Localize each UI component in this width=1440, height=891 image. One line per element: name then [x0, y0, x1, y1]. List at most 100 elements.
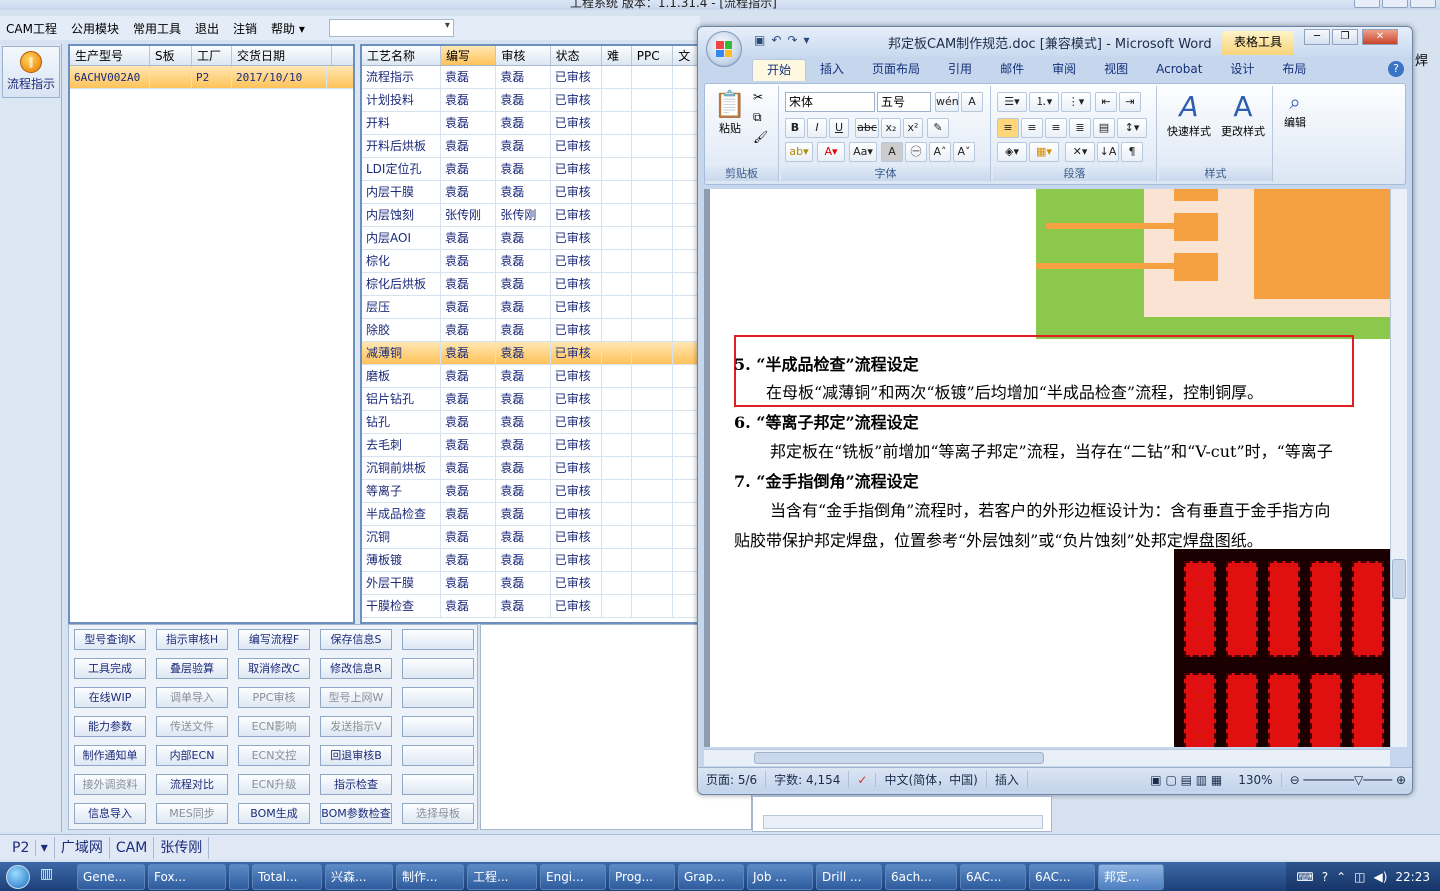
table-row[interactable]: LDI定位孔 袁磊 袁磊 已审核: [362, 158, 698, 181]
action-button[interactable]: ECN文控: [238, 745, 310, 766]
ribbon-tab[interactable]: Acrobat: [1142, 59, 1216, 81]
col-doc[interactable]: 文: [673, 46, 698, 65]
ribbon-tab[interactable]: 视图: [1090, 59, 1142, 81]
action-button[interactable]: PPC审核: [238, 687, 310, 708]
table-row[interactable]: 流程指示 袁磊 袁磊 已审核: [362, 66, 698, 89]
col-date[interactable]: 交货日期: [232, 46, 332, 65]
action-button[interactable]: 流程对比: [156, 774, 228, 795]
col-ppc[interactable]: PPC: [632, 46, 674, 65]
table-row[interactable]: 6ACHV002A0 P2 2017/10/10: [70, 66, 353, 89]
action-button[interactable]: 指示检查: [320, 774, 392, 795]
action-button[interactable]: 编写流程F: [238, 629, 310, 650]
taskbar-item[interactable]: Fox...: [148, 863, 226, 890]
highlight-icon[interactable]: ab▾: [785, 142, 813, 162]
action-button[interactable]: ECN升级: [238, 774, 310, 795]
sort-icon[interactable]: ↓A: [1097, 142, 1119, 162]
underline-button[interactable]: U: [829, 118, 849, 138]
network-icon[interactable]: ◫: [1354, 870, 1365, 884]
clock[interactable]: 22:23: [1395, 870, 1430, 884]
bold-button[interactable]: B: [785, 118, 805, 138]
action-button[interactable]: 型号上网W: [320, 687, 392, 708]
subscript-button[interactable]: x₂: [881, 118, 901, 138]
tray-expand-icon[interactable]: ⌃: [1336, 870, 1346, 884]
action-button[interactable]: 取消修改C: [238, 658, 310, 679]
table-row[interactable]: 减薄铜 袁磊 袁磊 已审核: [362, 342, 698, 365]
col-sboard[interactable]: S板: [150, 46, 192, 65]
table-row[interactable]: 计划投料 袁磊 袁磊 已审核: [362, 89, 698, 112]
vscroll-thumb[interactable]: [1392, 559, 1406, 599]
taskbar-item[interactable]: Drill ...: [816, 863, 882, 890]
table-row[interactable]: 开料 袁磊 袁磊 已审核: [362, 112, 698, 135]
taskbar-item[interactable]: Gene...: [77, 863, 145, 890]
action-button[interactable]: MES同步: [156, 803, 228, 824]
table-row[interactable]: 磨板 袁磊 袁磊 已审核: [362, 365, 698, 388]
table-row[interactable]: 去毛刺 袁磊 袁磊 已审核: [362, 434, 698, 457]
ribbon-tab[interactable]: 插入: [806, 59, 858, 81]
table-row[interactable]: 沉铜 袁磊 袁磊 已审核: [362, 526, 698, 549]
menu-cam[interactable]: CAM工程: [6, 20, 57, 37]
change-case-icon[interactable]: Aa▾: [849, 142, 877, 162]
paste-button[interactable]: 📋 粘贴: [713, 90, 747, 150]
action-button[interactable]: 修改信息R: [320, 658, 392, 679]
keyboard-icon[interactable]: ⌨: [1296, 870, 1313, 884]
status-mode[interactable]: 插入: [987, 771, 1028, 788]
action-button[interactable]: 保存信息S: [320, 629, 392, 650]
table-row[interactable]: 钻孔 袁磊 袁磊 已审核: [362, 411, 698, 434]
zoom-slider[interactable]: ⊖ ───────▽──── ⊕: [1282, 773, 1412, 787]
action-button[interactable]: 型号查询K: [74, 629, 146, 650]
action-button[interactable]: 内部ECN: [156, 745, 228, 766]
col-difficulty[interactable]: 难: [602, 46, 632, 65]
ribbon-tab[interactable]: 开始: [752, 59, 807, 81]
help-tray-icon[interactable]: ?: [1322, 870, 1328, 884]
word-restore-button[interactable]: ❐: [1332, 29, 1358, 45]
view-buttons[interactable]: ▣ ▢ ▤ ▥ ▦: [1142, 773, 1230, 787]
action-button[interactable]: ECN影响: [238, 716, 310, 737]
action-button[interactable]: 传送文件: [156, 716, 228, 737]
col-process-name[interactable]: 工艺名称: [362, 46, 441, 65]
action-button[interactable]: BOM参数检查: [320, 803, 392, 824]
taskbar-item[interactable]: 6AC...: [1029, 863, 1095, 890]
font-size-select[interactable]: 五号: [877, 92, 931, 112]
taskbar-item[interactable]: 6AC...: [960, 863, 1026, 890]
increase-indent-icon[interactable]: ⇥: [1119, 92, 1141, 112]
col-factory[interactable]: 工厂: [192, 46, 232, 65]
table-row[interactable]: 沉铜前烘板 袁磊 袁磊 已审核: [362, 457, 698, 480]
taskbar-item[interactable]: Engi...: [540, 863, 606, 890]
menu-help[interactable]: 帮助 ▾: [271, 20, 305, 37]
table-row[interactable]: 内层干膜 袁磊 袁磊 已审核: [362, 181, 698, 204]
borders-icon[interactable]: ▦▾: [1029, 142, 1059, 162]
ribbon-tab[interactable]: 布局: [1268, 59, 1320, 81]
change-styles-button[interactable]: A 更改样式: [1217, 90, 1269, 160]
taskbar-item[interactable]: 邦定...: [1098, 863, 1164, 890]
restore-button[interactable]: [1382, 0, 1408, 8]
taskbar-item[interactable]: Total...: [252, 863, 322, 890]
superscript-button[interactable]: x²: [903, 118, 923, 138]
col-writer[interactable]: 编写: [441, 46, 497, 65]
menu-public[interactable]: 公用模块: [71, 20, 119, 37]
table-row[interactable]: 铝片钻孔 袁磊 袁磊 已审核: [362, 388, 698, 411]
char-border-icon[interactable]: A: [961, 92, 983, 112]
italic-button[interactable]: I: [807, 118, 827, 138]
action-button[interactable]: [402, 658, 474, 679]
action-button[interactable]: [402, 716, 474, 737]
table-row[interactable]: 干膜检查 袁磊 袁磊 已审核: [362, 595, 698, 618]
minimize-button[interactable]: [1354, 0, 1380, 8]
table-row[interactable]: 棕化后烘板 袁磊 袁磊 已审核: [362, 273, 698, 296]
action-button[interactable]: [402, 745, 474, 766]
table-row[interactable]: 棕化 袁磊 袁磊 已审核: [362, 250, 698, 273]
table-row[interactable]: 半成品检查 袁磊 袁磊 已审核: [362, 503, 698, 526]
action-button[interactable]: 叠层验算: [156, 658, 228, 679]
table-row[interactable]: 等离子 袁磊 袁磊 已审核: [362, 480, 698, 503]
quick-styles-button[interactable]: A 快速样式: [1163, 90, 1215, 160]
action-button[interactable]: [402, 629, 474, 650]
status-zoom[interactable]: 130%: [1230, 772, 1282, 787]
table-row[interactable]: 内层AOI 袁磊 袁磊 已审核: [362, 227, 698, 250]
action-button[interactable]: 接外调资料: [74, 774, 146, 795]
taskbar-item[interactable]: 制作...: [396, 863, 464, 890]
menu-exit[interactable]: 退出: [195, 20, 219, 37]
flow-instruction-button[interactable]: ‖ 流程指示: [2, 46, 60, 98]
table-row[interactable]: 薄板镀 袁磊 袁磊 已审核: [362, 549, 698, 572]
taskbar-item[interactable]: 兴森...: [325, 863, 393, 890]
col-status[interactable]: 状态: [551, 46, 603, 65]
bullets-icon[interactable]: ☰▾: [997, 92, 1027, 112]
